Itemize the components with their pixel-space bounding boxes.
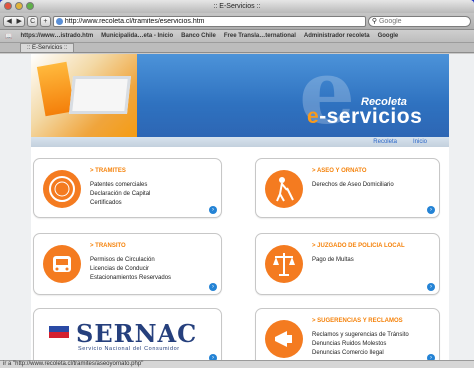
sernac-subtitle: Servicio Nacional del Consumidor [78,346,180,352]
browser-window: :: E-Servicios :: ◀ ▶ C + ⚲ 📖 https://ww… [0,0,474,368]
card-sernac[interactable]: SERNAC Servicio Nacional del Consumidor … [33,308,222,360]
minimize-icon[interactable] [15,2,23,10]
search-input[interactable] [378,17,470,25]
title-bar: :: E-Servicios :: [0,0,474,13]
card-links: Patentes comerciales Declaración de Capi… [90,181,150,208]
chile-flag-icon [49,326,69,338]
card-juzgado[interactable]: > JUZGADO DE POLICIA LOCAL Pago de Multa… [255,233,440,295]
site-nav: Recoleta Inicio [31,137,449,147]
link-certificados[interactable]: Certificados [90,199,150,208]
nav-link-inicio[interactable]: Inicio [413,139,427,145]
card-transito[interactable]: > TRANSITO Permisos de Circulación Licen… [33,233,222,295]
tab-eservicios[interactable]: :: E-Servicios :: [20,43,75,52]
arrow-right-icon[interactable]: › [209,206,217,214]
add-bookmark-button[interactable]: + [40,15,51,27]
tab-bar: :: E-Servicios :: [0,43,474,53]
zoom-icon[interactable] [26,2,34,10]
card-title[interactable]: > TRANSITO [90,243,126,249]
bookmark-item[interactable]: Administrador recoleta [304,33,370,39]
bookmark-item[interactable]: Banco Chile [181,33,216,39]
link-estacionamientos[interactable]: Estacionamientos Reservados [90,274,171,283]
car-icon [43,245,81,283]
forward-button[interactable]: ▶ [14,17,24,26]
bookmark-item[interactable]: Google [378,33,399,39]
card-aseo-ornato[interactable]: > ASEO Y ORNATO Derechos de Aseo Domicil… [255,158,440,218]
url-input[interactable] [64,17,365,25]
bookmarks-bar: 📖 https://www…istrado.htm Municipalida…e… [0,30,474,43]
link-licencias[interactable]: Licencias de Conducir [90,265,171,274]
bookmark-item[interactable]: Free Transla…ternational [224,33,296,39]
card-links: Permisos de Circulación Licencias de Con… [90,256,171,283]
link-permisos[interactable]: Permisos de Circulación [90,256,171,265]
card-tramites[interactable]: > TRAMITES Patentes comerciales Declarac… [33,158,222,218]
card-title[interactable]: > SUGERENCIAS Y RECLAMOS [312,318,403,324]
hero-banner: e Recoleta e-servicios [31,54,449,137]
card-links: Pago de Multas [312,256,354,265]
arrow-right-icon[interactable]: › [427,206,435,214]
bookmarks-icon[interactable]: 📖 [5,33,12,40]
window-controls [4,2,34,10]
card-title[interactable]: > JUZGADO DE POLICIA LOCAL [312,243,405,249]
nav-link-recoleta[interactable]: Recoleta [373,139,397,145]
search-box[interactable]: ⚲ [367,15,471,27]
arrow-right-icon[interactable]: › [427,283,435,291]
link-ruidos-molestos[interactable]: Denuncias Ruidos Molestos [312,340,409,349]
bookmark-item[interactable]: https://www…istrado.htm [20,33,93,39]
web-page: e Recoleta e-servicios Recoleta Inicio >… [31,54,449,360]
link-reclamos-transito[interactable]: Reclamos y sugerencias de Tránsito [312,331,409,340]
toolbar: ◀ ▶ C + ⚲ [0,13,474,30]
arrow-right-icon[interactable]: › [209,283,217,291]
card-links: Reclamos y sugerencias de Tránsito Denun… [312,331,409,358]
brand-eservicios: e-servicios [307,105,423,128]
back-forward-group: ◀ ▶ [3,15,26,27]
card-links: Derechos de Aseo Domiciliario [312,181,394,190]
sweeper-icon [265,170,303,208]
close-icon[interactable] [4,2,12,10]
bookmark-item[interactable]: Municipalida…eta - Inicio [101,33,173,39]
back-button[interactable]: ◀ [4,17,14,26]
link-pago-multas[interactable]: Pago de Multas [312,256,354,265]
stamp-icon [43,170,81,208]
sernac-logo[interactable]: SERNAC Servicio Nacional del Consumidor [49,319,233,355]
globe-icon [55,17,63,25]
card-title[interactable]: > TRAMITES [90,168,126,174]
card-sugerencias[interactable]: > SUGERENCIAS Y RECLAMOS Reclamos y suge… [255,308,440,360]
page-content: e Recoleta e-servicios Recoleta Inicio >… [0,54,474,360]
link-comercio-ilegal[interactable]: Denuncias Comercio Ilegal [312,349,409,358]
reload-button[interactable]: C [27,15,39,27]
sernac-wordmark: SERNAC [76,319,198,348]
link-patentes[interactable]: Patentes comerciales [90,181,150,190]
scales-icon [265,245,303,283]
link-derechos-aseo[interactable]: Derechos de Aseo Domiciliario [312,181,394,190]
address-bar[interactable] [52,15,366,27]
search-icon: ⚲ [371,18,377,25]
megaphone-icon [265,320,303,358]
card-title[interactable]: > ASEO Y ORNATO [312,168,367,174]
laptop-graphic [69,76,131,114]
link-declaracion[interactable]: Declaración de Capital [90,190,150,199]
status-bar: ir a "http://www.recoleta.cl/tramites/as… [0,360,474,368]
window-title: :: E-Servicios :: [213,3,261,10]
